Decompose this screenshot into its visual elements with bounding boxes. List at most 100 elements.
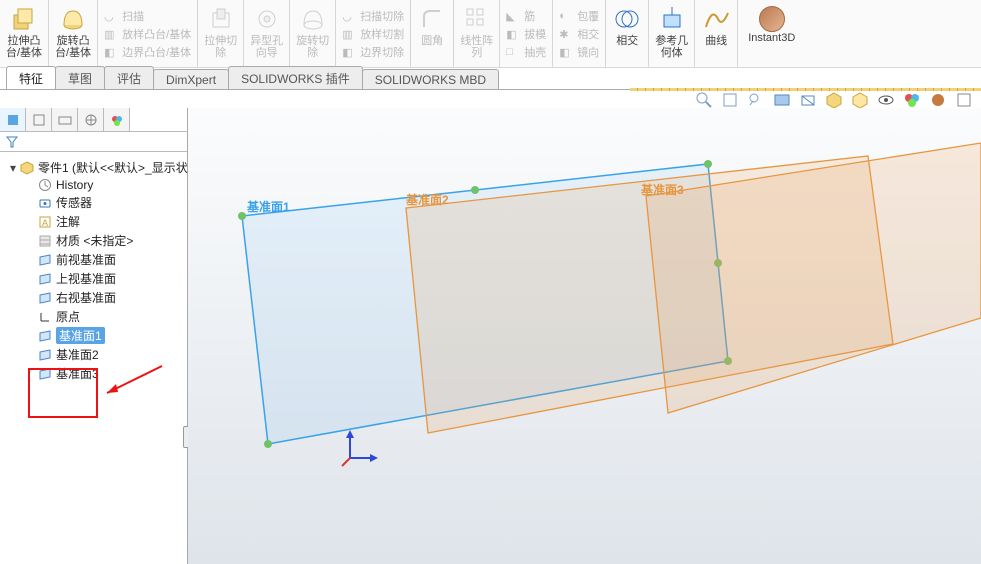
plane-icon	[38, 329, 52, 343]
rb-mini-1: ◡扫描 ▥放样凸台/基体 ◧边界凸台/基体	[98, 0, 198, 67]
rb-revcut-label: 旋转切除	[296, 36, 329, 59]
mini-shell[interactable]: □抽壳	[506, 44, 546, 60]
rb-pattern[interactable]: 线性阵列	[454, 0, 500, 67]
tree-item-3[interactable]: 材质 <未指定>	[4, 231, 183, 250]
zoom-icon[interactable]	[694, 90, 713, 109]
scene-icon[interactable]	[850, 90, 869, 109]
side-tab-props[interactable]	[26, 108, 52, 131]
funnel-icon[interactable]	[6, 136, 18, 148]
mini-loft-label: 放样凸台/基体	[122, 26, 191, 42]
plane2-label[interactable]: 基准面2	[406, 191, 449, 208]
tree-item-5[interactable]: 上视基准面	[4, 269, 183, 288]
color-icon[interactable]	[902, 90, 921, 109]
section-icon[interactable]	[772, 90, 791, 109]
loftcut-icon: ▥	[342, 27, 356, 41]
mini-loftcut[interactable]: ▥ 放样切割	[342, 26, 404, 42]
tree-item-9[interactable]: 基准面2	[4, 345, 183, 364]
rb-instant3d[interactable]: Instant3D	[738, 0, 805, 67]
tree-item-7[interactable]: 原点	[4, 307, 183, 326]
zoom-fit-icon[interactable]	[720, 90, 739, 109]
rb-hole[interactable]: 异型孔向导	[244, 0, 290, 67]
plane-icon	[38, 253, 52, 267]
side-tab-appearance[interactable]	[104, 108, 130, 131]
tab-dimxpert[interactable]: DimXpert	[153, 69, 229, 89]
intersect-icon: ✱	[559, 27, 573, 41]
mini-sweep-label: 扫描	[122, 8, 144, 24]
rb-mini-3: ◡扫描切除 ▥ 放样切割 ◧边界切除	[336, 0, 411, 67]
tree-item-8[interactable]: 基准面1	[4, 326, 183, 345]
view-orient-icon[interactable]	[824, 90, 843, 109]
rb-fillet[interactable]: 圆角	[411, 0, 454, 67]
tab-sketch[interactable]: 草图	[55, 66, 105, 89]
rb-revcut[interactable]: 旋转切除	[290, 0, 336, 67]
appearance-icon[interactable]	[928, 90, 947, 109]
tab-swaddin[interactable]: SOLIDWORKS 插件	[228, 66, 363, 89]
note-icon: A	[38, 215, 52, 229]
tree-item-1[interactable]: 传感器	[4, 193, 183, 212]
plane-icon	[38, 272, 52, 286]
tree-item-label: History	[56, 178, 93, 192]
side-tab-dim[interactable]	[78, 108, 104, 131]
instant3d-icon	[759, 6, 785, 32]
side-tab-tree[interactable]	[0, 108, 26, 131]
rb-curve-label: 曲线	[705, 36, 727, 48]
mini-boundcut[interactable]: ◧边界切除	[342, 44, 404, 60]
plane1-label[interactable]: 基准面1	[247, 198, 290, 215]
rb-revolve[interactable]: 旋转凸台/基体	[49, 0, 98, 67]
mini-wrap[interactable]: ◐ 包覆	[559, 8, 599, 24]
plane3-label[interactable]: 基准面3	[641, 181, 684, 198]
expand-icon[interactable]: ▾	[10, 161, 16, 175]
refgeom-icon	[657, 4, 687, 34]
tree-item-6[interactable]: 右视基准面	[4, 288, 183, 307]
tree-filter-row	[0, 132, 187, 152]
mini-wrap-label: 包覆	[577, 8, 599, 24]
tab-evaluate[interactable]: 评估	[104, 66, 154, 89]
tree-root[interactable]: ▾ 零件1 (默认<<默认>_显示状态 1>)	[4, 158, 183, 177]
mini-draft[interactable]: ◧拔模	[506, 26, 546, 42]
mini-mirror-label: 镜向	[577, 44, 599, 60]
mat-icon	[38, 234, 52, 248]
rb-extrudecut[interactable]: 拉伸切除	[198, 0, 244, 67]
rb-mini-5: ◣筋 ◧拔模 □抽壳	[500, 0, 553, 67]
mini-rib[interactable]: ◣筋	[506, 8, 546, 24]
mini-intersect[interactable]: ✱相交	[559, 26, 599, 42]
side-tab-config[interactable]	[52, 108, 78, 131]
wrap-icon: ◐	[559, 9, 573, 23]
tree-item-4[interactable]: 前视基准面	[4, 250, 183, 269]
extrudecut-icon	[206, 4, 236, 34]
rb-extrude[interactable]: 拉伸凸台/基体	[0, 0, 49, 67]
rb-intersect-label: 相交	[616, 36, 638, 48]
tab-swmbd[interactable]: SOLIDWORKS MBD	[362, 69, 499, 89]
tab-features[interactable]: 特征	[6, 66, 56, 89]
boundary-icon: ◧	[104, 45, 118, 59]
tree-item-label: 基准面2	[56, 346, 99, 363]
mini-loftcut-label: 放样切割	[360, 26, 404, 42]
graphics-area[interactable]: 基准面1 基准面2 基准面3	[188, 108, 981, 564]
tree-item-2[interactable]: A注解	[4, 212, 183, 231]
display-style-icon[interactable]	[798, 90, 817, 109]
hist-icon	[38, 178, 52, 192]
tree-item-10[interactable]: 基准面3	[4, 364, 183, 383]
mini-mirror[interactable]: ◧镜向	[559, 44, 599, 60]
rb-hole-label: 异型孔向导	[250, 36, 283, 59]
tree-item-label: 前视基准面	[56, 251, 116, 268]
tree-item-label: 材质 <未指定>	[56, 232, 133, 249]
rb-curve[interactable]: 曲线	[695, 0, 738, 67]
prev-view-icon[interactable]	[746, 90, 765, 109]
tree-item-label: 上视基准面	[56, 270, 116, 287]
mini-boundary[interactable]: ◧边界凸台/基体	[104, 44, 191, 60]
tree-item-0[interactable]: History	[4, 177, 183, 193]
mini-sweepcut[interactable]: ◡扫描切除	[342, 8, 404, 24]
hide-show-icon[interactable]	[876, 90, 895, 109]
mini-loft[interactable]: ▥放样凸台/基体	[104, 26, 191, 42]
tree-item-label: 基准面3	[56, 365, 99, 382]
mini-sweep[interactable]: ◡扫描	[104, 8, 191, 24]
rb-refgeom-intersect[interactable]: 相交	[606, 0, 649, 67]
ribbon: 拉伸凸台/基体 旋转凸台/基体 ◡扫描 ▥放样凸台/基体 ◧边界凸台/基体 拉伸…	[0, 0, 981, 68]
rb-extrudecut-label: 拉伸切除	[204, 36, 237, 59]
revolve-icon	[58, 4, 88, 34]
settings-icon[interactable]	[954, 90, 973, 109]
rb-refgeom[interactable]: 参考几何体	[649, 0, 695, 67]
side-mode-tabs	[0, 108, 187, 132]
tree-item-label: 右视基准面	[56, 289, 116, 306]
